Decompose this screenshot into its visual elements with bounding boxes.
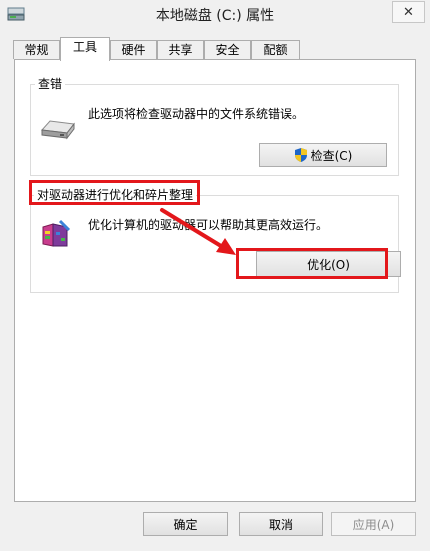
cancel-button[interactable]: 取消 bbox=[239, 512, 323, 536]
tab-security[interactable]: 安全 bbox=[204, 40, 251, 59]
optimize-button-label: 优化(O) bbox=[307, 257, 350, 272]
optimize-description: 优化计算机的驱动器可以帮助其更高效运行。 bbox=[88, 218, 329, 232]
tools-panel: 此选项将检查驱动器中的文件系统错误。 检查(C) 查错 优化计算机的驱动器可以帮… bbox=[14, 59, 416, 502]
check-description: 此选项将检查驱动器中的文件系统错误。 bbox=[88, 107, 305, 121]
optimize-button[interactable]: 优化(O) bbox=[256, 251, 401, 277]
ok-button[interactable]: 确定 bbox=[143, 512, 228, 536]
check-button[interactable]: 检查(C) bbox=[259, 143, 387, 167]
window-title: 本地磁盘 (C:) 属性 bbox=[155, 8, 275, 24]
close-icon: ✕ bbox=[403, 4, 414, 20]
tab-tools[interactable]: 工具 bbox=[60, 37, 110, 61]
title-bar: 本地磁盘 (C:) 属性 ✕ bbox=[0, 0, 430, 30]
hard-disk-icon bbox=[40, 120, 75, 140]
shield-icon bbox=[294, 148, 307, 162]
tab-sharing[interactable]: 共享 bbox=[157, 40, 204, 59]
tab-hardware[interactable]: 硬件 bbox=[110, 40, 157, 59]
tab-general[interactable]: 常规 bbox=[13, 40, 60, 59]
check-group-title: 查错 bbox=[35, 77, 66, 91]
tab-strip: 常规 工具 硬件 共享 安全 配额 bbox=[13, 37, 423, 61]
error-checking-group: 此选项将检查驱动器中的文件系统错误。 检查(C) bbox=[30, 84, 399, 176]
optimize-group: 优化计算机的驱动器可以帮助其更高效运行。 优化(O) bbox=[30, 195, 401, 293]
tab-quota[interactable]: 配额 bbox=[251, 40, 300, 59]
apply-button[interactable]: 应用(A) bbox=[331, 512, 416, 536]
check-button-label: 检查(C) bbox=[310, 148, 353, 163]
close-button[interactable]: ✕ bbox=[392, 1, 425, 23]
defrag-icon bbox=[42, 219, 71, 247]
optimize-group-title: 对驱动器进行优化和碎片整理 bbox=[34, 188, 197, 202]
